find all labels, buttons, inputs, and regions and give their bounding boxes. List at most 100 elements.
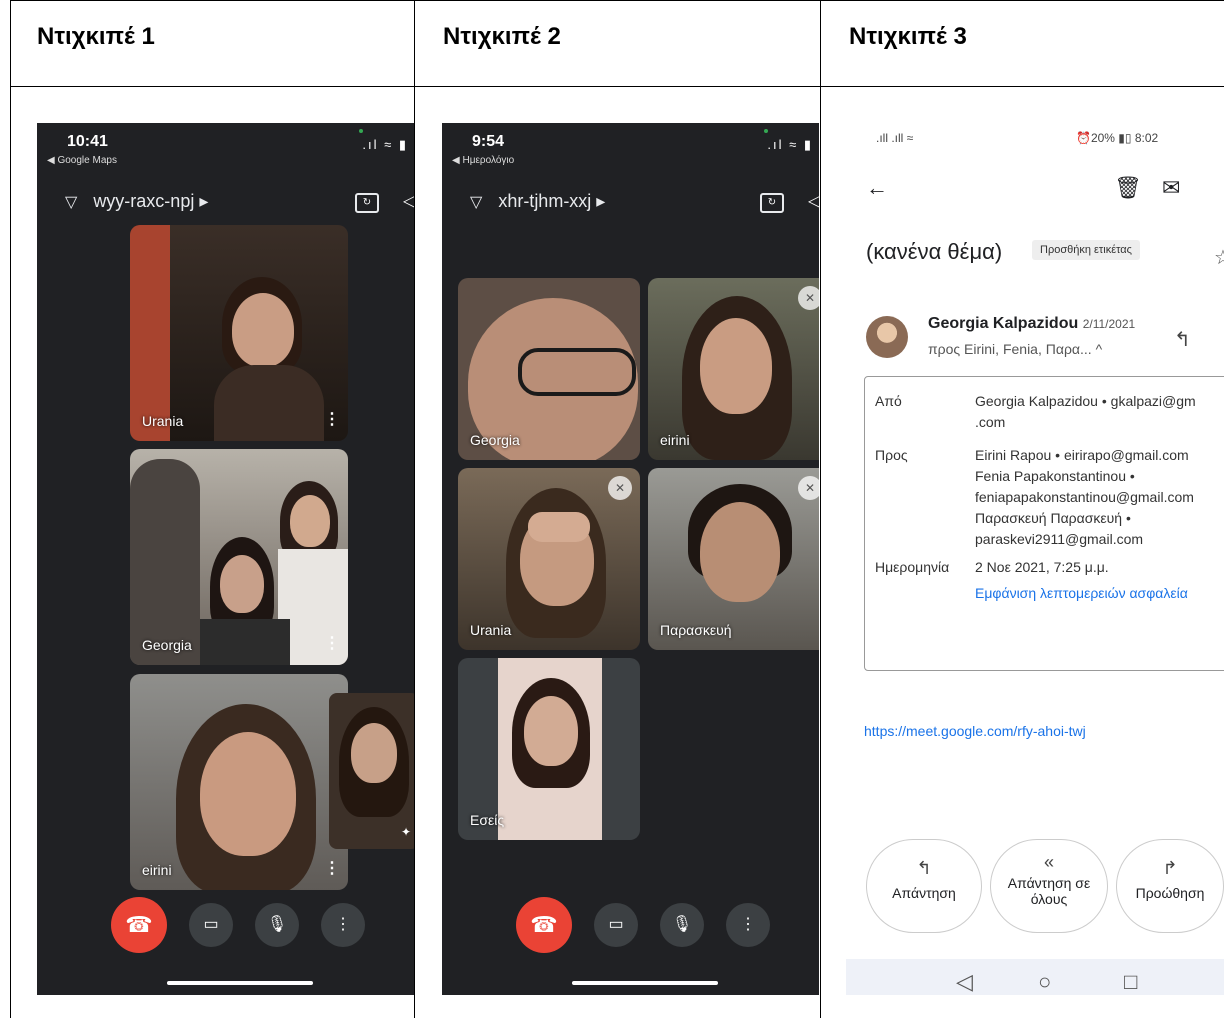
reply-icon[interactable]: ↰: [1174, 327, 1191, 352]
camera-toggle-button[interactable]: ▭: [594, 903, 638, 947]
muted-mic-icon: ✕: [798, 476, 819, 500]
speaker-icon[interactable]: ◁: [808, 191, 819, 211]
more-options-button[interactable]: ⋮: [321, 903, 365, 947]
participant-name: Εσείς: [470, 812, 505, 828]
back-to-app-link[interactable]: ◀ Google Maps: [47, 155, 117, 166]
mic-indicator-dot: [359, 129, 363, 133]
glasses: [518, 348, 636, 396]
speaker-icon[interactable]: ◁: [403, 191, 414, 211]
recents-nav-icon[interactable]: □: [1124, 969, 1137, 995]
delete-icon[interactable]: 🗑: [1114, 175, 1142, 201]
chevron-down-icon[interactable]: ▽: [65, 192, 77, 212]
camera-toggle-button[interactable]: ▭: [189, 903, 233, 947]
switch-camera-icon[interactable]: ↻: [760, 193, 784, 213]
status-icons: .ıl ≈ ▮: [767, 137, 813, 152]
column-header-1: Ντιχκιπέ 1: [37, 23, 155, 50]
sender-avatar[interactable]: [866, 316, 908, 358]
more-options-button[interactable]: ⋮: [726, 903, 770, 947]
meeting-bar[interactable]: ▽ wyy-raxc-npj ▸: [65, 191, 208, 212]
reply-all-label-line1: Απάντηση σε: [1007, 875, 1091, 891]
end-call-button[interactable]: ☎: [516, 897, 572, 953]
background-coats: [130, 459, 200, 665]
participant-name: eirini: [142, 862, 172, 878]
column-divider-1: [414, 1, 415, 1018]
participant-name: eirini: [660, 432, 690, 448]
call-controls: ☎ ▭ 🎙 ⋮: [516, 897, 770, 953]
mark-unread-icon[interactable]: ✉: [1162, 175, 1180, 201]
email-subject: (κανένα θέμα): [866, 239, 1003, 264]
message-details-box: Από Georgia Kalpazidou • gkalpazi@gm .co…: [864, 376, 1224, 671]
status-signal: .ıll .ıll ≈: [876, 131, 914, 145]
meeting-code[interactable]: wyy-raxc-npj ▸: [93, 191, 208, 212]
reply-all-icon: «: [1043, 852, 1054, 872]
self-view-tile[interactable]: Εσείς: [458, 658, 640, 840]
star-icon[interactable]: ☆: [1214, 245, 1224, 270]
home-indicator[interactable]: [167, 981, 313, 985]
participant-face: [200, 732, 296, 856]
participant-name: Georgia: [470, 432, 520, 448]
reply-button[interactable]: ↰ Απάντηση: [866, 839, 982, 933]
reply-all-button[interactable]: « Απάντηση σε όλους: [990, 839, 1108, 933]
participant-tile[interactable]: ✕ Urania: [458, 468, 640, 650]
add-label-chip[interactable]: Προσθήκη ετικέτας: [1032, 240, 1140, 260]
to-value-line: paraskevi2911@gmail.com: [975, 531, 1144, 547]
self-view-tile[interactable]: ✦: [329, 693, 414, 849]
microphone-toggle-button[interactable]: 🎙: [660, 903, 704, 947]
participant-name: Παρασκευή: [660, 622, 732, 638]
date-value: 2 Νοε 2021, 7:25 μ.μ.: [975, 559, 1109, 575]
end-call-button[interactable]: ☎: [111, 897, 167, 953]
effects-sparkle-icon[interactable]: ✦: [401, 825, 411, 839]
more-options-icon[interactable]: ⋮: [324, 409, 340, 429]
sender-line: Georgia Kalpazidou 2/11/2021: [928, 315, 1135, 333]
to-label: Προς: [875, 447, 908, 463]
participant-tile[interactable]: Georgia ⋮: [130, 449, 348, 665]
security-details-link[interactable]: Εμφάνιση λεπτομερειών ασφαλεία: [975, 583, 1188, 604]
home-indicator[interactable]: [572, 981, 718, 985]
participant-face: [290, 495, 330, 547]
recipients-summary[interactable]: προς Eirini, Fenia, Παρα... ^: [928, 341, 1102, 357]
participant-face: [232, 293, 294, 367]
call-controls: ☎ ▭ 🎙 ⋮: [111, 897, 365, 953]
from-value-line: .com: [975, 414, 1006, 430]
back-nav-icon[interactable]: ◁: [956, 969, 973, 995]
meeting-code[interactable]: xhr-tjhm-xxj ▸: [498, 191, 605, 212]
chevron-down-icon[interactable]: ▽: [470, 192, 482, 212]
participant-shirt: [200, 619, 290, 665]
participant-tile[interactable]: ✕ eirini: [648, 278, 819, 460]
to-value-line: Fenia Papakonstantinou •: [975, 468, 1135, 484]
column-divider-2: [820, 1, 821, 1018]
from-label: Από: [875, 393, 902, 409]
participant-tile[interactable]: Georgia: [458, 278, 640, 460]
back-to-app-link[interactable]: ◀ Ημερολόγιο: [452, 155, 514, 166]
mic-indicator-dot: [764, 129, 768, 133]
sender-date: 2/11/2021: [1082, 317, 1136, 331]
participant-face: [700, 502, 780, 602]
more-options-icon[interactable]: ⋮: [324, 858, 340, 878]
participant-face: [700, 318, 772, 414]
muted-mic-icon: ✕: [608, 476, 632, 500]
back-arrow-icon[interactable]: ←: [866, 175, 888, 201]
background-door: [130, 225, 170, 441]
forward-button[interactable]: ↱ Προώθηση: [1116, 839, 1224, 933]
column-header-3: Ντιχκιπέ 3: [849, 23, 967, 50]
hand-on-forehead: [528, 512, 590, 542]
status-battery-time: ⏰20% ▮▯ 8:02: [1076, 131, 1159, 145]
participant-tile[interactable]: ✕ Παρασκευή: [648, 468, 819, 650]
meet-link[interactable]: https://meet.google.com/rfy-ahoi-twj: [864, 723, 1086, 739]
to-value-line: Παρασκευή Παρασκευή •: [975, 510, 1131, 526]
android-nav-bar: ◁ ○ □: [846, 959, 1224, 995]
header-divider: [11, 86, 1224, 87]
status-icons: .ıl ≈ ▮: [362, 137, 408, 152]
participant-tile[interactable]: eirini ⋮: [130, 674, 348, 890]
gmail-message-view: .ıll .ıll ≈ ⏰20% ▮▯ 8:02 ← 🗑 ✉ (κανένα θ…: [836, 123, 1224, 995]
to-value-line: feniapapakonstantinou@gmail.com: [975, 489, 1194, 505]
participant-tile[interactable]: Urania ⋮: [130, 225, 348, 441]
home-nav-icon[interactable]: ○: [1038, 969, 1051, 995]
status-time: 10:41: [67, 133, 108, 150]
meet-call-screen-1: 10:41 ◀ Google Maps .ıl ≈ ▮ ▽ wyy-raxc-n…: [37, 123, 414, 995]
meeting-bar[interactable]: ▽ xhr-tjhm-xxj ▸: [470, 191, 605, 212]
switch-camera-icon[interactable]: ↻: [355, 193, 379, 213]
participant-name: Urania: [142, 413, 184, 429]
microphone-toggle-button[interactable]: 🎙: [255, 903, 299, 947]
more-options-icon[interactable]: ⋮: [324, 633, 340, 653]
